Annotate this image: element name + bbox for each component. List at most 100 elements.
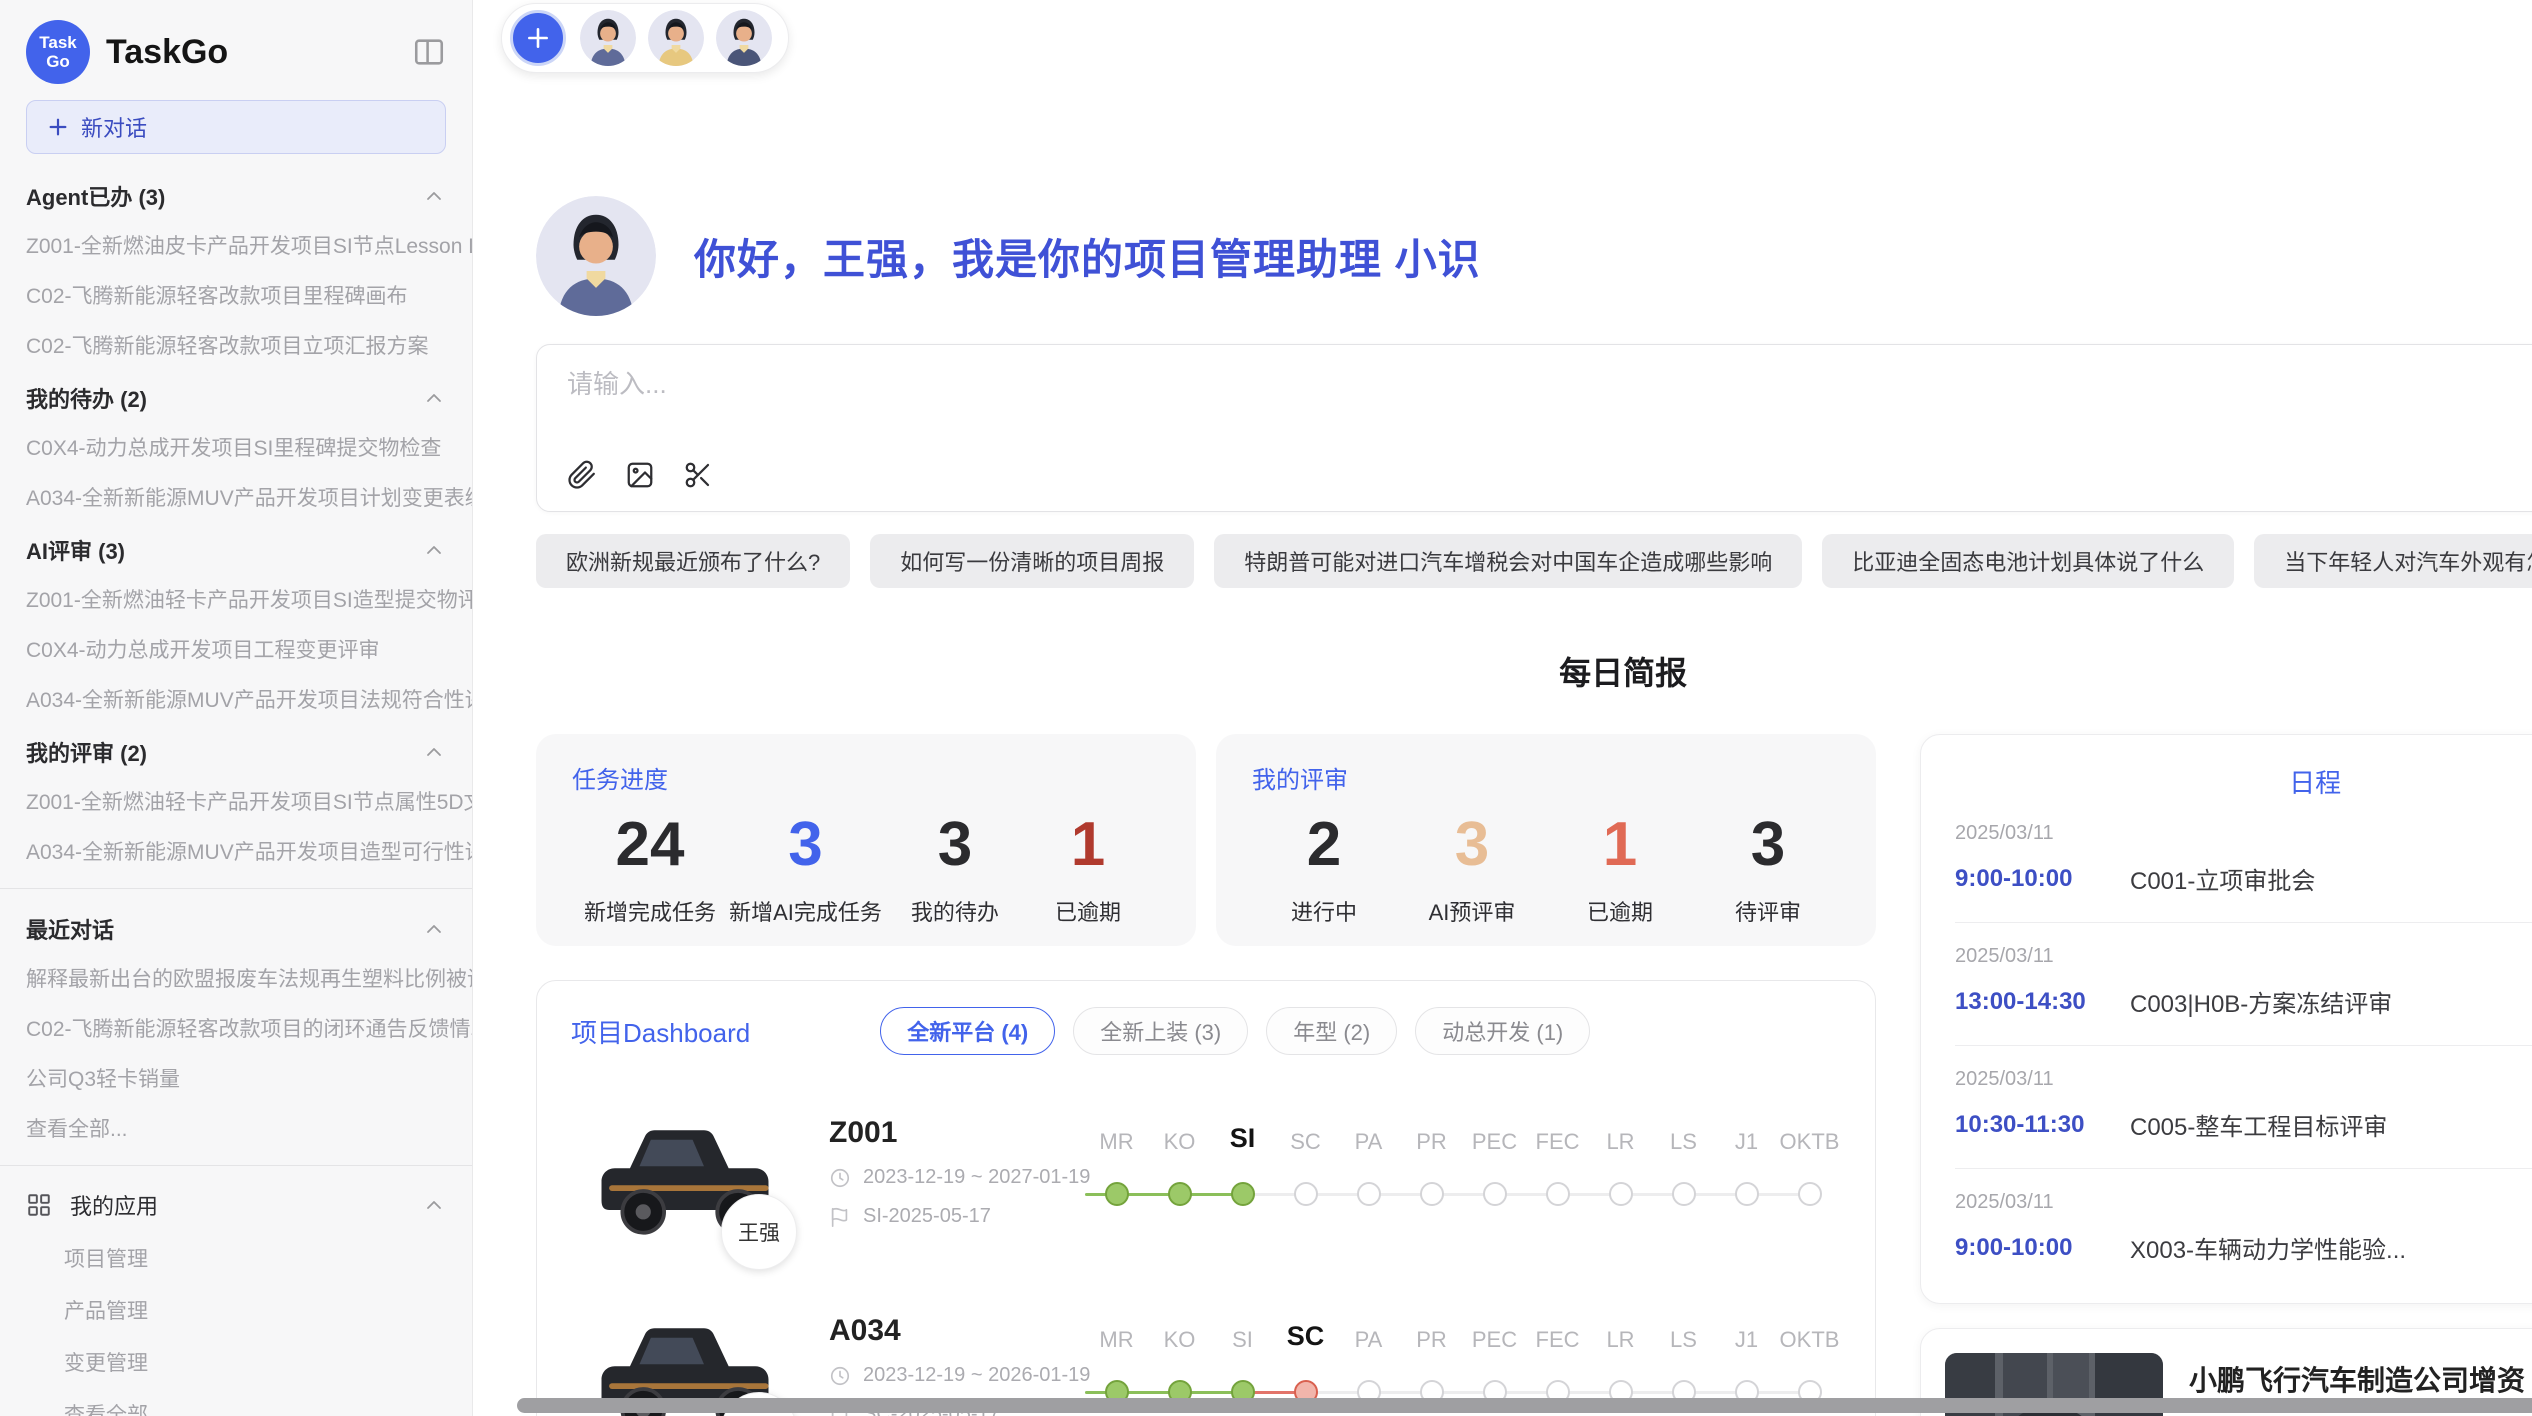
milestone-label: LS [1670,1129,1697,1155]
stat-label: 新增完成任务 [584,895,716,927]
milestone-label: PA [1355,1327,1383,1353]
schedule-item: 2025/03/119:00-10:00X003-车辆动力学性能验...加入 [1955,1169,2532,1291]
milestone-label: LR [1606,1129,1634,1155]
logo-text-2: Go [46,52,70,71]
project-owner-badge: 王强 [721,1194,797,1270]
stat-value: 3 [1708,811,1828,879]
sidebar-section-header[interactable]: AI评审 (3) [0,522,472,574]
milestone-dot [1609,1182,1633,1206]
image-upload-icon[interactable] [625,460,655,490]
apps-grid-icon [26,1192,52,1218]
stat: 3待评审 [1708,811,1828,927]
project-milestone-label: SI-2025-05-17 [863,1205,991,1228]
suggestion-chip[interactable]: 如何写一份清晰的项目周报 [870,534,1194,588]
sidebar-section-header[interactable]: 最近对话 [0,901,472,953]
milestone-dot [1546,1182,1570,1206]
briefing-title: 每日简报 [536,648,2532,694]
app-link[interactable]: 查看全部... [0,1388,472,1416]
milestone-dot [1798,1182,1822,1206]
milestone-dot [1294,1182,1318,1206]
sidebar-scroll: Agent已办 (3)Z001-全新燃油皮卡产品开发项目SI节点Lesson L… [0,168,472,1416]
conversation-item[interactable]: Z001-全新燃油轻卡产品开发项目SI造型提交物评审 [0,574,472,624]
agent-avatar[interactable] [716,10,772,66]
schedule-time: 9:00-10:00 [1955,865,2130,893]
schedule-event-name: X003-车辆动力学性能验... [2130,1230,2532,1265]
app-title: TaskGo [106,33,412,72]
conversation-item[interactable]: A034-全新新能源MUV产品开发项目造型可行性评审 [0,826,472,876]
chevron-up-icon [422,1193,446,1217]
schedule-row: 10:30-11:30C005-整车工程目标评审加入 [1955,1107,2532,1142]
milestone-label: PR [1416,1129,1447,1155]
schedule-row: 13:00-14:30C003|H0B-方案冻结评审加入 [1955,984,2532,1019]
stat-card-title: 我的评审 [1252,760,1840,795]
dashboard-tabs: 全新平台 (4) 全新上装 (3) 年型 (2) 动总开发 (1) [880,1007,1590,1055]
stat-card: 我的评审2进行中3AI预评审1已逾期3待评审 [1216,734,1876,946]
conversation-item[interactable]: C0X4-动力总成开发项目工程变更评审 [0,624,472,674]
sidebar-item-my-apps[interactable]: 我的应用 [0,1178,472,1232]
chevron-up-icon [422,740,446,764]
dashboard-tab[interactable]: 年型 (2) [1266,1007,1397,1055]
add-agent-button[interactable] [510,10,566,66]
milestone-label: KO [1164,1129,1196,1155]
chevron-up-icon [422,538,446,562]
conversation-item[interactable]: A034-全新新能源MUV产品开发项目法规符合性评审 [0,674,472,724]
conversation-item[interactable]: C02-飞腾新能源轻客改款项目里程碑画布 [0,270,472,320]
conversation-item[interactable]: A034-全新新能源MUV产品开发项目计划变更表编写 [0,472,472,522]
collapse-sidebar-icon[interactable] [412,35,446,69]
new-chat-button[interactable]: 新对话 [26,100,446,154]
screenshot-scissors-icon[interactable] [683,460,713,490]
conversation-item[interactable]: C02-飞腾新能源轻客改款项目立项汇报方案 [0,320,472,370]
dashboard-tab[interactable]: 全新平台 (4) [880,1007,1055,1055]
project-dashboard-card: 项目Dashboard 全新平台 (4)全新上装 (3)年型 (2)动总开发 (… [536,980,1876,1416]
stat-label: 已逾期 [1560,895,1680,927]
dashboard-tab[interactable]: 全新上装 (3) [1073,1007,1248,1055]
milestone-label: J1 [1735,1129,1758,1155]
stat: 1已逾期 [1028,811,1148,927]
stat: 3我的待办 [895,811,1015,927]
app-link[interactable]: 项目管理 [0,1232,472,1284]
suggestion-chip[interactable]: 比亚迪全固态电池计划具体说了什么 [1822,534,2234,588]
app-link[interactable]: 变更管理 [0,1336,472,1388]
stat-label: 进行中 [1264,895,1384,927]
recent-conversation-item[interactable]: C02-飞腾新能源轻客改款项目的闭环通告反馈情况 [0,1003,472,1053]
suggestion-chip[interactable]: 欧洲新规最近颁布了什么? [536,534,850,588]
horizontal-scrollbar[interactable] [517,1398,2532,1413]
stat-label: AI预评审 [1412,895,1532,927]
suggestion-chip[interactable]: 当下年轻人对汽车外观有怎样的喜好趋势 [2254,534,2532,588]
agent-avatar[interactable] [580,10,636,66]
recent-conversation-item[interactable]: 公司Q3轻卡销量 [0,1053,472,1103]
conversation-item[interactable]: C0X4-动力总成开发项目SI里程碑提交物检查 [0,422,472,472]
stat: 3AI预评审 [1412,811,1532,927]
schedule-date: 2025/03/11 [1955,1191,2532,1214]
sidebar-section-header[interactable]: 我的评审 (2) [0,724,472,776]
attachment-icon[interactable] [567,460,597,490]
schedule-event-name: C005-整车工程目标评审 [2130,1107,2532,1142]
milestone-dot [1672,1182,1696,1206]
stat-value: 1 [1028,811,1148,879]
conversation-item[interactable]: Z001-全新燃油皮卡产品开发项目SI节点Lesson Learn报告 [0,220,472,270]
chat-input[interactable] [567,369,2532,400]
recent-conversation-item[interactable]: 解释最新出台的欧盟报废车法规再生塑料比例被调至15%... [0,953,472,1003]
agent-avatar-pill [501,3,789,73]
dashboard-tab[interactable]: 动总开发 (1) [1415,1007,1590,1055]
milestone-dot [1105,1182,1129,1206]
project-code: Z001 [829,1116,1079,1150]
topbar: 王强 [473,0,2532,76]
divider [0,1165,472,1166]
divider [0,888,472,889]
milestone-label: OKTB [1780,1327,1840,1353]
milestone-dot [1168,1182,1192,1206]
milestone-label: SI [1232,1327,1253,1353]
stat: 3新增AI完成任务 [729,811,882,927]
sidebar-section-header[interactable]: 我的待办 (2) [0,370,472,422]
briefing-header: 每日简报 [536,648,2532,692]
project-date-range: 2023-12-19 ~ 2026-01-19 [863,1364,1090,1387]
milestone-label: SI [1230,1123,1256,1154]
agent-avatar[interactable] [648,10,704,66]
view-all-link[interactable]: 查看全部... [0,1103,472,1153]
app-link[interactable]: 产品管理 [0,1284,472,1336]
suggestion-chip[interactable]: 特朗普可能对进口汽车增税会对中国车企造成哪些影响 [1214,534,1802,588]
content-scroll: 你好，王强，我是你的项目管理助理 小识 欧洲新规最近颁布了什么?如何写一份清晰的… [473,76,2532,1416]
sidebar-section-header[interactable]: Agent已办 (3) [0,168,472,220]
conversation-item[interactable]: Z001-全新燃油轻卡产品开发项目SI节点属性5D文件评审 [0,776,472,826]
